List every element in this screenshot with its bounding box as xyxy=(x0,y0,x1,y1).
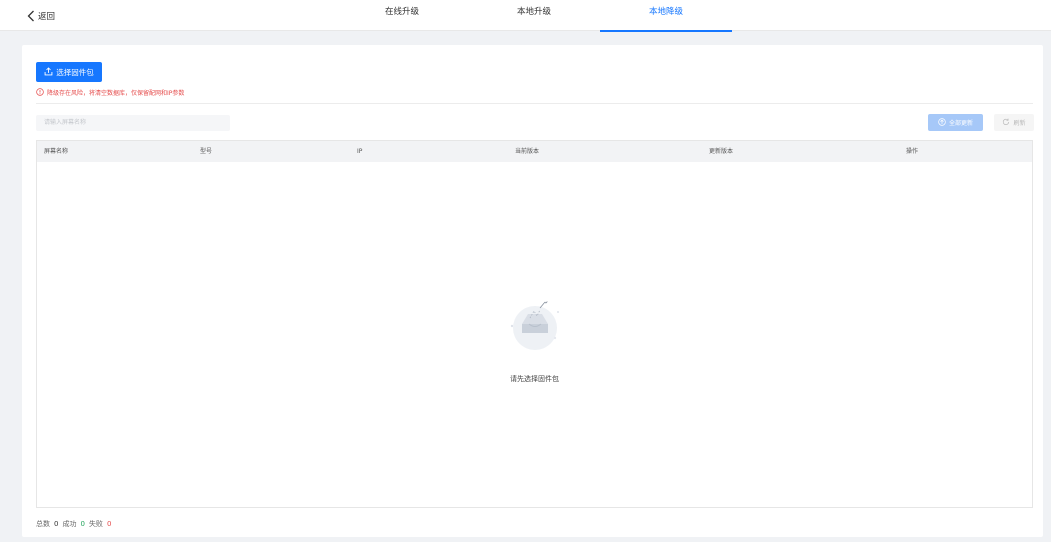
column-header-ip: IP xyxy=(357,148,363,155)
refresh-button[interactable]: 刷新 xyxy=(994,114,1034,131)
divider xyxy=(36,103,1033,104)
chevron-left-icon xyxy=(27,10,35,22)
total-label: 总数 xyxy=(36,520,50,528)
table-header: 屏幕名称 型号 IP 当前版本 更新版本 操作 xyxy=(37,141,1032,162)
back-button[interactable]: 返回 xyxy=(27,7,55,25)
warning-circle-icon xyxy=(36,87,44,98)
update-all-label: 全部更新 xyxy=(948,120,973,127)
select-firmware-label: 选择固件包 xyxy=(56,67,94,77)
update-all-button[interactable]: 全部更新 xyxy=(928,114,983,131)
refresh-icon xyxy=(1002,118,1010,128)
warning-text: 降级存在风险，将清空数据库，仅保留配网和IP参数 xyxy=(47,90,185,97)
back-label: 返回 xyxy=(38,12,56,22)
arrow-up-circle-icon xyxy=(938,117,946,128)
tab-label: 在线升级 xyxy=(384,7,419,17)
column-header-model: 型号 xyxy=(200,148,213,155)
summary-footer: 总数 0 成功 0 失败 0 xyxy=(36,518,111,530)
total-count: 0 xyxy=(54,520,59,528)
column-header-current-version: 当前版本 xyxy=(515,148,540,155)
select-firmware-button[interactable]: 选择固件包 xyxy=(36,62,102,82)
upload-icon xyxy=(44,66,53,78)
top-bar: 返回 在线升级 本地升级 本地降级 xyxy=(0,0,1051,32)
fail-label: 失败 xyxy=(88,520,103,528)
empty-box-icon xyxy=(500,286,570,356)
main-panel: 选择固件包 降级存在风险，将清空数据库，仅保留配网和IP参数 全部更新 刷新 屏… xyxy=(22,45,1043,537)
search-input[interactable] xyxy=(36,115,230,131)
refresh-label: 刷新 xyxy=(1013,120,1026,127)
tab-label: 本地升级 xyxy=(516,7,551,17)
device-table: 屏幕名称 型号 IP 当前版本 更新版本 操作 请先选择固件包 xyxy=(36,140,1033,508)
column-header-screen-name: 屏幕名称 xyxy=(44,148,69,155)
success-label: 成功 xyxy=(62,520,77,528)
tab-local-upgrade[interactable]: 本地升级 xyxy=(502,0,566,31)
column-header-update-version: 更新版本 xyxy=(709,148,734,155)
tab-label: 本地降级 xyxy=(648,7,683,17)
column-header-actions: 操作 xyxy=(906,148,919,155)
tab-online-upgrade[interactable]: 在线升级 xyxy=(370,0,434,31)
tab-local-downgrade[interactable]: 本地降级 xyxy=(600,0,732,32)
success-count: 0 xyxy=(80,520,85,528)
empty-state-text: 请先选择固件包 xyxy=(510,375,559,383)
warning-message: 降级存在风险，将清空数据库，仅保留配网和IP参数 xyxy=(36,87,184,98)
fail-count: 0 xyxy=(106,520,112,528)
